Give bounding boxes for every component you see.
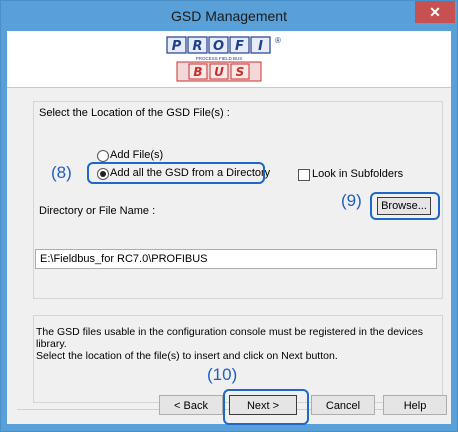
path-label: Directory or File Name : xyxy=(39,205,156,217)
add-files-radio[interactable] xyxy=(97,150,109,162)
logo-letter: R xyxy=(192,39,202,54)
logo-letter: I xyxy=(258,39,263,54)
add-files-label[interactable]: Add File(s) xyxy=(110,149,163,161)
browse-button[interactable]: Browse... xyxy=(377,197,431,215)
help-button[interactable]: Help xyxy=(383,395,447,415)
location-group-label: Select the Location of the GSD File(s) : xyxy=(39,107,230,119)
close-button[interactable]: ✕ xyxy=(415,1,455,23)
callout-9-label: (9) xyxy=(341,191,362,210)
logo-tagline: PROCESS FIELD BUS xyxy=(196,56,243,61)
logo-letter: S xyxy=(236,65,245,79)
logo-letter: O xyxy=(213,39,224,54)
window-title: GSD Management xyxy=(171,8,287,24)
logo-bottom-letters: B U S xyxy=(176,61,262,82)
callout-8-highlight xyxy=(87,162,265,184)
registered-mark: ® xyxy=(275,36,281,45)
profibus-logo: P R O F I ® PROCESS FIELD BUS B U S xyxy=(166,36,281,82)
cancel-button[interactable]: Cancel xyxy=(311,395,375,415)
gsd-management-window: GSD Management ✕ P R O F I ® PROCESS FIE… xyxy=(0,0,458,432)
next-button[interactable]: Next > xyxy=(229,395,297,415)
logo-letter: F xyxy=(235,39,244,54)
dialog-body: P R O F I ® PROCESS FIELD BUS B U S Sele… xyxy=(7,31,451,425)
callout-10-label: (10) xyxy=(207,365,238,384)
logo-letter: U xyxy=(214,65,224,79)
path-input[interactable]: E:\Fieldbus_for RC7.0\PROFIBUS xyxy=(35,249,437,269)
logo-banner: P R O F I ® PROCESS FIELD BUS B U S xyxy=(7,31,451,87)
next-button-label: Next > xyxy=(246,400,280,412)
info-text: The GSD files usable in the configuratio… xyxy=(36,326,440,362)
close-icon: ✕ xyxy=(429,4,441,20)
title-bar[interactable]: GSD Management ✕ xyxy=(1,1,457,31)
info-line-2: Select the location of the file(s) to in… xyxy=(36,350,338,362)
logo-top-letters: P R O F I ® xyxy=(166,36,281,54)
header-divider xyxy=(7,87,451,88)
callout-8-label: (8) xyxy=(51,163,72,182)
logo-letter: B xyxy=(193,65,202,79)
look-in-subfolders-label[interactable]: Look in Subfolders xyxy=(312,168,403,180)
logo-letter: P xyxy=(172,39,182,54)
back-button[interactable]: < Back xyxy=(159,395,223,415)
back-button-label: < Back xyxy=(174,400,208,412)
info-line-1: The GSD files usable in the configuratio… xyxy=(36,326,423,350)
look-in-subfolders-checkbox[interactable] xyxy=(298,169,310,181)
